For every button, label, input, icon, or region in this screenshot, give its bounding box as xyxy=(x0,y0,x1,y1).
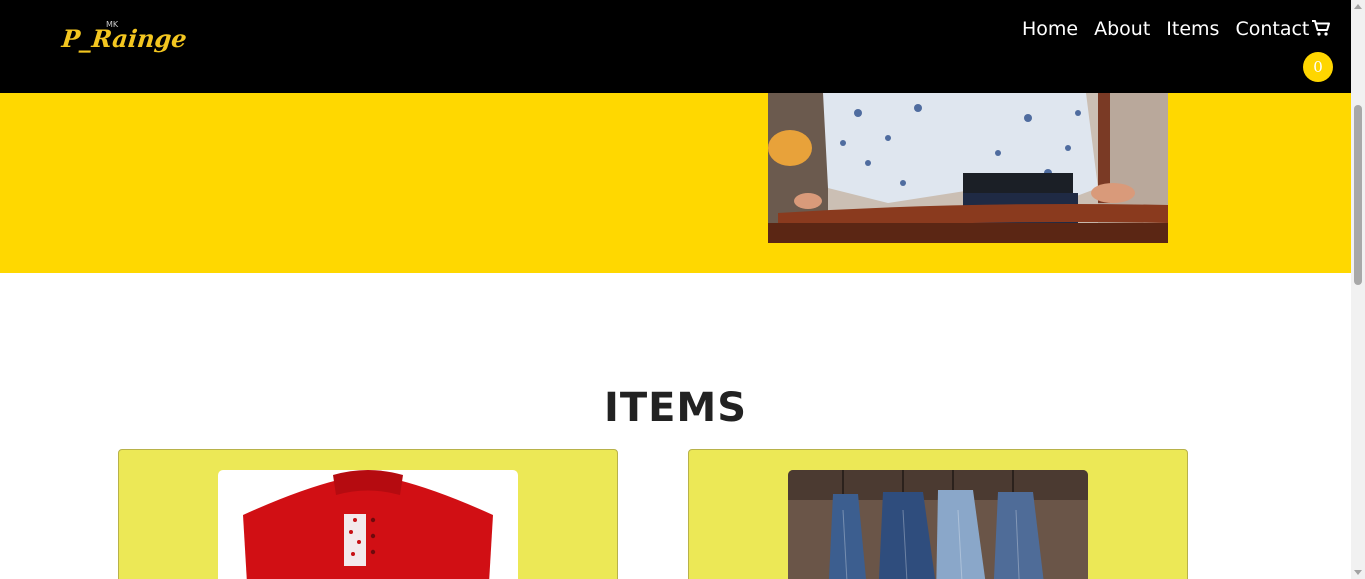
nav-links: Home About Items Contact xyxy=(1022,18,1309,40)
brand-crown-mark: MK xyxy=(106,20,119,29)
item-image-red-shirt xyxy=(218,470,518,579)
nav-home-link[interactable]: Home xyxy=(1022,18,1078,40)
hero-image xyxy=(768,93,1168,243)
page: P_Rainge MK Home About Items Contact 0 I… xyxy=(0,0,1365,579)
cart-icon[interactable] xyxy=(1311,19,1331,37)
item-card[interactable] xyxy=(688,449,1188,579)
scroll-down-arrow-icon[interactable] xyxy=(1354,570,1362,575)
item-image-jeans xyxy=(788,470,1088,579)
nav-about-link[interactable]: About xyxy=(1094,18,1150,40)
navbar: P_Rainge MK Home About Items Contact 0 xyxy=(0,0,1351,93)
hero-banner xyxy=(0,93,1351,273)
item-card[interactable] xyxy=(118,449,618,579)
cart-count-badge: 0 xyxy=(1303,52,1333,82)
items-heading: ITEMS xyxy=(603,385,748,432)
nav-items-link[interactable]: Items xyxy=(1166,18,1219,40)
scroll-thumb[interactable] xyxy=(1354,105,1362,285)
nav-contact-link[interactable]: Contact xyxy=(1235,18,1309,40)
brand-logo[interactable]: P_Rainge xyxy=(60,24,188,53)
scroll-up-arrow-icon[interactable] xyxy=(1354,4,1362,9)
page-scrollbar[interactable] xyxy=(1351,0,1365,579)
